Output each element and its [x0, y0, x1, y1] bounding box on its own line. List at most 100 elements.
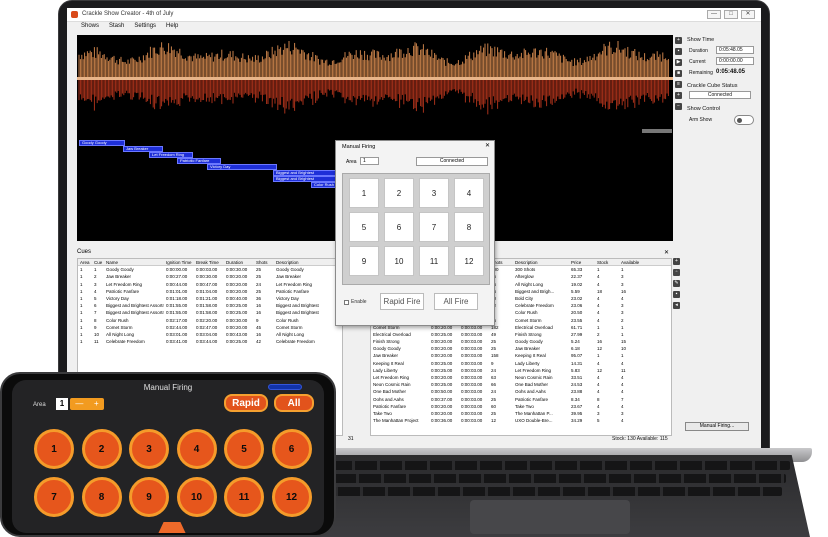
phone-cue-button[interactable]: 8: [81, 477, 122, 517]
cue-fire-button[interactable]: 10: [384, 246, 414, 276]
minus-icon[interactable]: —: [75, 398, 83, 410]
timeline-scrollbar[interactable]: [642, 129, 672, 133]
align-icon[interactable]: ≡: [675, 81, 682, 88]
all-fire-button[interactable]: All Fire: [434, 293, 478, 310]
column-header[interactable]: Price: [569, 259, 595, 265]
maximize-button[interactable]: □: [724, 10, 738, 19]
stop-icon[interactable]: ■: [675, 70, 682, 77]
add-icon[interactable]: +: [673, 258, 680, 265]
cue-fire-button[interactable]: 8: [454, 212, 484, 242]
table-row[interactable]: 1 10 All Night Long 0:03:01.00 0:03:04.00 0:0…: [78, 331, 342, 338]
column-header[interactable]: Description: [274, 259, 320, 265]
table-row[interactable]: 16Biggest and Brightest Assortment0:01:5…: [78, 302, 342, 309]
phone-cue-button[interactable]: 11: [224, 477, 264, 517]
table-row[interactable]: 1 8 Color Rush 0:02:17.00 0:02:20.00 0:00:30.…: [78, 317, 342, 324]
phone-area-stepper[interactable]: — +: [70, 398, 104, 410]
table-row[interactable]: Jaw Breaker 0:00:20.00 0:00:03.00 158 Keepin…: [371, 352, 671, 359]
area-stepper[interactable]: 1: [360, 157, 379, 165]
play-icon[interactable]: ▶: [675, 59, 682, 66]
table-row[interactable]: Oohs and Aahs 0:00:37.00 0:00:03.00 25 Patri…: [371, 396, 671, 403]
checkbox-box[interactable]: [344, 299, 349, 305]
table-row[interactable]: 1 2 Jaw Breaker 0:00:27.00 0:00:30.00 0:00:20…: [78, 273, 342, 280]
phone-cue-button[interactable]: 10: [176, 477, 217, 517]
table-row[interactable]: Finish Strong 0:00:20.00 0:00:03.00 25 Goody…: [371, 338, 671, 345]
manual-firing-button[interactable]: Manual Firing...: [685, 422, 749, 431]
cue-fire-button[interactable]: 1: [349, 178, 379, 208]
arm-show-toggle[interactable]: [734, 115, 754, 125]
menu-settings[interactable]: Settings: [134, 23, 156, 33]
dialog-close-icon[interactable]: ✕: [485, 142, 490, 149]
move-left-icon[interactable]: ◂: [673, 302, 680, 309]
cues-close-icon[interactable]: ✕: [664, 249, 669, 256]
table-row[interactable]: Goody Goody 0:00:20.00 0:00:03.00 25 Jaw Bre…: [371, 345, 671, 352]
column-header[interactable]: Available: [619, 259, 649, 265]
enable-checkbox[interactable]: Enable: [344, 299, 367, 305]
audio-waveform[interactable]: [77, 35, 673, 123]
cue-fire-button[interactable]: 6: [384, 212, 414, 242]
timeline-cue[interactable]: Victory Day: [207, 164, 277, 170]
column-header[interactable]: Stock: [595, 259, 619, 265]
minimize-button[interactable]: —: [707, 10, 721, 19]
cue-fire-button[interactable]: 11: [419, 246, 449, 276]
cue-fire-button[interactable]: 5: [349, 212, 379, 242]
plus-icon[interactable]: +: [94, 398, 99, 410]
table-row[interactable]: 1 3 Let Freedom Ring 0:00:44.00 0:00:47.00 0:…: [78, 281, 342, 288]
phone-rapid-button[interactable]: Rapid: [224, 394, 268, 412]
menu-shows[interactable]: Shows: [81, 23, 99, 33]
table-row[interactable]: One Bad Mother 0:00:50.00 0:00:03.00 24 Oohs…: [371, 388, 671, 395]
rapid-fire-button[interactable]: Rapid Fire: [380, 293, 424, 310]
column-header[interactable]: Break Time: [194, 259, 224, 265]
table-row[interactable]: Neon Cosmic Rain 0:00:25.00 0:00:03.00 66 On…: [371, 381, 671, 388]
phone-cue-button[interactable]: 7: [34, 477, 74, 517]
zoom-in-icon[interactable]: +: [675, 92, 682, 99]
cue-fire-button[interactable]: 3: [419, 178, 449, 208]
table-cell: 23.67: [571, 403, 583, 409]
phone-cue-button[interactable]: 1: [34, 429, 74, 469]
cue-fire-button[interactable]: 12: [454, 246, 484, 276]
table-row[interactable]: Lady Liberty 0:00:25.00 0:00:03.00 24 Let Fr…: [371, 367, 671, 374]
drag-handle[interactable]: [158, 522, 186, 533]
edit-icon[interactable]: ✎: [673, 280, 680, 287]
phone-cue-button[interactable]: 2: [81, 429, 122, 469]
zoom-out-icon[interactable]: −: [675, 103, 682, 110]
column-header[interactable]: Duration: [224, 259, 254, 265]
menu-stash[interactable]: Stash: [109, 23, 124, 33]
phone-cue-button[interactable]: 5: [224, 429, 264, 469]
table-row[interactable]: 1 4 Patriotic Fanfare 0:01:01.00 0:01:04.00 0…: [78, 288, 342, 295]
timeline-cue[interactable]: Goody Goody: [79, 140, 125, 146]
cue-fire-button[interactable]: 4: [454, 178, 484, 208]
column-header[interactable]: Ignition Time: [164, 259, 194, 265]
copy-icon[interactable]: ▫: [673, 269, 680, 276]
table-row[interactable]: Patriotic Fanfare 0:00:20.00 0:00:03.00 60 T…: [371, 403, 671, 410]
table-row[interactable]: Let Freedom Ring 0:00:20.00 0:00:03.00 63 Ne…: [371, 374, 671, 381]
table-row[interactable]: 1 9 Comet Storm 0:02:44.00 0:02:47.00 0:00:20…: [78, 324, 342, 331]
phone-cue-button[interactable]: 6: [271, 429, 312, 469]
column-header[interactable]: Shots: [254, 259, 274, 265]
delete-icon[interactable]: ▪: [675, 48, 682, 55]
phone-cue-button[interactable]: 3: [129, 429, 169, 469]
cue-fire-button[interactable]: 2: [384, 178, 414, 208]
column-header[interactable]: Name: [104, 259, 164, 265]
table-row[interactable]: 1 5 Victory Day 0:01:18.00 0:01:21.00 0:00:40…: [78, 295, 342, 302]
column-header[interactable]: Area: [78, 259, 92, 265]
table-cell: 5.24: [571, 339, 580, 345]
menu-help[interactable]: Help: [166, 23, 178, 33]
table-row[interactable]: 17Biggest and Brightest Assortment0:01:5…: [78, 309, 342, 316]
phone-all-button[interactable]: All: [274, 394, 314, 412]
cue-fire-button[interactable]: 9: [349, 246, 379, 276]
table-row[interactable]: 1 11 Celebrate Freedom 0:03:41.00 0:03:44.00…: [78, 338, 342, 345]
phone-cue-button[interactable]: 4: [176, 429, 217, 469]
table-row[interactable]: The Manhattan Project 0:00:36.00 0:00:03.0…: [371, 417, 671, 424]
column-header[interactable]: Cue: [92, 259, 104, 265]
add-icon[interactable]: +: [675, 37, 682, 44]
close-button[interactable]: ✕: [741, 10, 755, 19]
delete-icon[interactable]: ▪: [673, 291, 680, 298]
phone-cue-button[interactable]: 9: [129, 477, 169, 517]
phone-cue-button[interactable]: 12: [271, 477, 312, 517]
column-header[interactable]: Description: [513, 259, 569, 265]
table-row[interactable]: Keeping It Real 0:00:25.00 0:00:03.00 9 Lady…: [371, 360, 671, 367]
table-row[interactable]: Take Two 0:00:20.00 0:00:03.00 25 The Manhat…: [371, 410, 671, 417]
cue-fire-button[interactable]: 7: [419, 212, 449, 242]
table-row[interactable]: 1 1 Goody Goody 0:00:00.00 0:00:03.00 0:00:30…: [78, 266, 342, 273]
table-row[interactable]: Electrical Overload 0:00:25.00 0:00:03.00 4…: [371, 331, 671, 338]
